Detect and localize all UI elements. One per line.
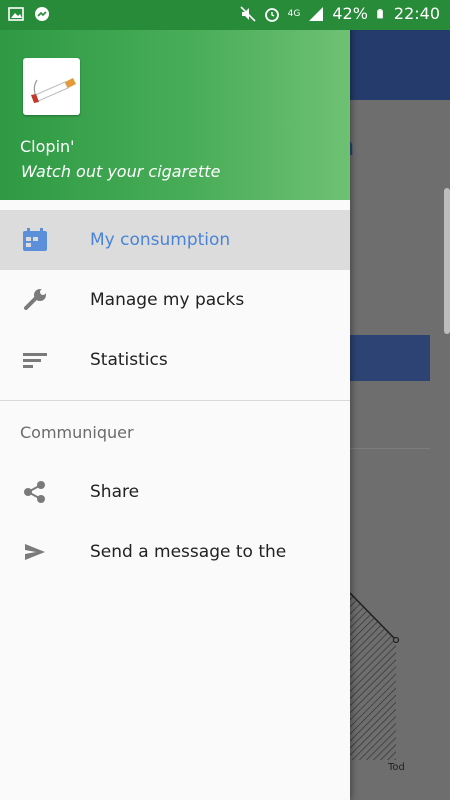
wrench-icon: [24, 289, 46, 310]
background-divider: [350, 448, 430, 449]
menu-item-label: Statistics: [90, 350, 168, 370]
bars-icon: [23, 353, 47, 368]
background-app-bar: [350, 30, 450, 100]
background-scrollbar: [444, 188, 450, 334]
battery-percent: 42%: [332, 4, 368, 23]
menu-item-statistics[interactable]: Statistics: [0, 330, 350, 390]
menu-item-label: My consumption: [90, 230, 231, 250]
menu-item-share[interactable]: Share: [0, 462, 350, 522]
network-type: 4G: [287, 8, 301, 19]
app-logo: [23, 58, 80, 115]
send-icon: [25, 544, 45, 560]
clock: 22:40: [393, 4, 440, 23]
app-tagline: Watch out your cigarette: [21, 162, 221, 181]
gallery-icon: [8, 7, 24, 21]
messenger-icon: [35, 7, 49, 21]
share-icon: [24, 481, 45, 503]
section-title-communiquer: Communiquer: [20, 423, 134, 442]
battery-charging-icon: [377, 8, 383, 18]
menu-item-manage-packs[interactable]: Manage my packs: [0, 270, 350, 330]
background-button: [350, 335, 430, 381]
status-bar: 4G 42% 22:40: [0, 0, 450, 30]
calendar-icon: [23, 228, 47, 251]
menu-item-label: Share: [90, 482, 140, 502]
signal-icon: [309, 6, 324, 21]
drawer-header: Clopin' Watch out your cigarette: [0, 0, 350, 200]
menu-item-my-consumption[interactable]: My consumption: [0, 210, 350, 270]
menu-item-send-message[interactable]: Send a message to the: [0, 522, 350, 582]
menu-item-label: Manage my packs: [90, 290, 245, 310]
cigarette-logo-icon: [31, 78, 76, 103]
navigation-drawer: Clopin' Watch out your cigarette My cons…: [0, 0, 350, 800]
background-chart: [350, 592, 400, 760]
menu-item-label: Send a message to the: [90, 542, 287, 562]
alarm-icon: [264, 7, 279, 22]
mute-icon: [240, 5, 256, 22]
background-axis-label: Tod: [388, 762, 405, 773]
drawer-divider: [0, 400, 350, 401]
app-name: Clopin': [20, 137, 75, 156]
